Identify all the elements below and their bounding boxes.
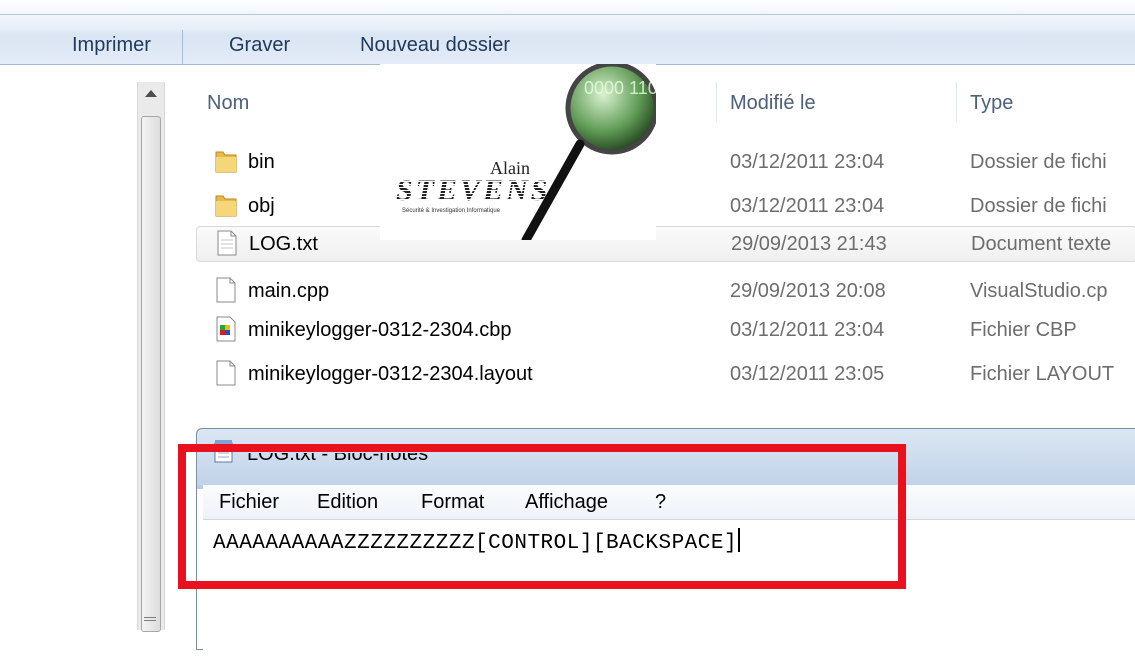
- file-modified: 03/12/2011 23:04: [730, 319, 885, 341]
- alain-stevens-logo: 0000 1100 Alain STEVENS Sécurité & Inves…: [380, 64, 656, 240]
- binary-text: 0000 1100: [584, 78, 656, 98]
- new-folder-button[interactable]: Nouveau dossier: [360, 34, 510, 57]
- file-modified: 03/12/2011 23:04: [730, 151, 885, 173]
- file-icon: [216, 360, 236, 386]
- file-name: obj: [248, 195, 275, 217]
- file-modified: 03/12/2011 23:04: [730, 195, 885, 217]
- column-divider[interactable]: [956, 82, 957, 122]
- burn-button[interactable]: Graver: [229, 34, 290, 57]
- red-highlight-box: [178, 444, 906, 589]
- file-icon: [216, 277, 236, 303]
- folder-icon: [215, 151, 237, 173]
- file-modified: 29/09/2013 21:43: [731, 233, 887, 255]
- file-row-bin[interactable]: bin 03/12/2011 23:04 Dossier de fichi: [196, 145, 1135, 179]
- file-modified: 29/09/2013 20:08: [730, 280, 886, 302]
- print-button[interactable]: Imprimer: [72, 34, 151, 57]
- scrollbar-thumb[interactable]: [141, 116, 161, 632]
- scroll-up-arrow-icon[interactable]: [145, 90, 157, 97]
- file-type: Dossier de fichi: [970, 195, 1107, 217]
- file-name: minikeylogger-0312-2304.cbp: [248, 319, 512, 341]
- command-bar: Imprimer Graver Nouveau dossier: [0, 0, 1135, 65]
- toolbar-separator: [182, 30, 183, 64]
- file-name: main.cpp: [248, 280, 330, 302]
- column-divider[interactable]: [716, 82, 717, 122]
- file-type: Document texte: [971, 233, 1112, 255]
- logo-tagline: Sécurité & Investigation Informatique: [402, 208, 501, 214]
- column-header-name[interactable]: Nom: [207, 92, 249, 115]
- file-type: VisualStudio.cp: [970, 280, 1108, 302]
- file-type: Fichier CBP: [970, 319, 1077, 341]
- column-header-type[interactable]: Type: [970, 92, 1013, 115]
- file-name: minikeylogger-0312-2304.layout: [248, 363, 533, 385]
- column-header-modified[interactable]: Modifié le: [730, 92, 816, 115]
- text-file-icon: [217, 230, 237, 256]
- file-type: Fichier LAYOUT: [970, 363, 1115, 385]
- file-modified: 03/12/2011 23:05: [730, 363, 885, 385]
- folder-icon: [215, 195, 237, 217]
- file-row-cbp[interactable]: minikeylogger-0312-2304.cbp 03/12/2011 2…: [196, 313, 1135, 347]
- file-row-log-txt[interactable]: LOG.txt 29/09/2013 21:43 Document texte: [196, 226, 1135, 262]
- file-type: Dossier de fichi: [970, 151, 1107, 173]
- logo-brand-name: STEVENS: [396, 174, 551, 207]
- file-name: LOG.txt: [249, 233, 318, 255]
- file-name: bin: [248, 151, 275, 173]
- file-row-main-cpp[interactable]: main.cpp 29/09/2013 20:08 VisualStudio.c…: [196, 274, 1135, 308]
- navigation-pane-scrollbar[interactable]: [137, 82, 165, 632]
- window-top-border: [0, 14, 1135, 15]
- file-row-layout[interactable]: minikeylogger-0312-2304.layout 03/12/201…: [196, 357, 1135, 391]
- scrollbar-grip-icon: [144, 617, 156, 621]
- codeblocks-project-icon: [216, 316, 236, 342]
- file-row-obj[interactable]: obj 03/12/2011 23:04 Dossier de fichi: [196, 189, 1135, 223]
